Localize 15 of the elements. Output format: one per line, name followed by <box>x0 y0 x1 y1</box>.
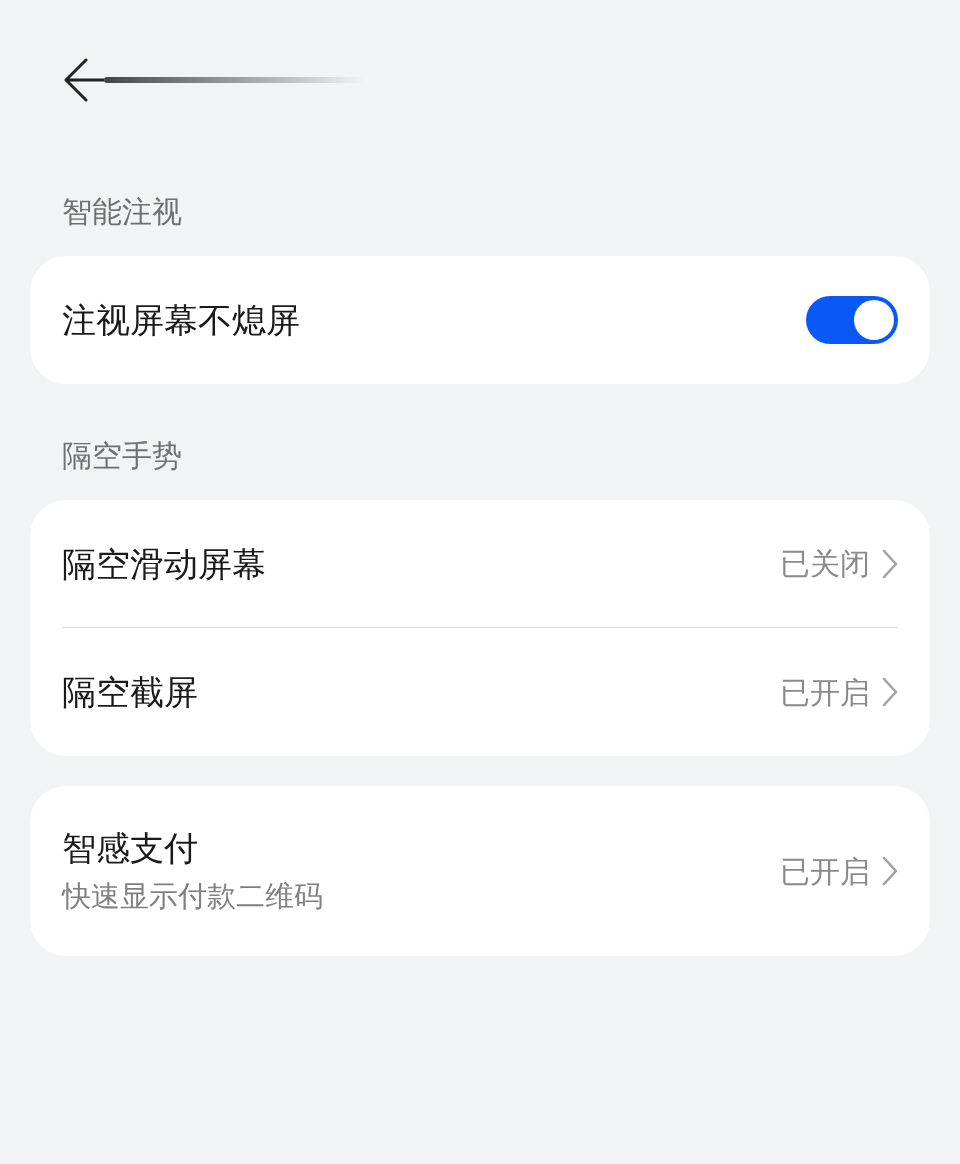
setting-label: 智感支付 <box>62 827 199 870</box>
setting-value: 已开启 <box>780 673 870 712</box>
chevron-right-icon <box>882 677 898 707</box>
back-arrow-icon[interactable] <box>64 58 104 102</box>
setting-description: 快速显示付款二维码 <box>62 878 323 915</box>
section-header: 隔空手势 <box>62 437 183 475</box>
setting-value: 已关闭 <box>780 545 870 583</box>
setting-value: 已开启 <box>780 852 870 891</box>
chevron-right-icon <box>882 548 898 579</box>
setting-label: 注视屏幕不熄屏 <box>62 299 300 342</box>
section-header: 智能注视 <box>62 193 183 231</box>
setting-label: 隔空截屏 <box>62 671 198 714</box>
setting-label: 隔空滑动屏幕 <box>62 542 266 586</box>
toggle-switch[interactable] <box>806 296 898 344</box>
chevron-right-icon <box>882 856 898 886</box>
